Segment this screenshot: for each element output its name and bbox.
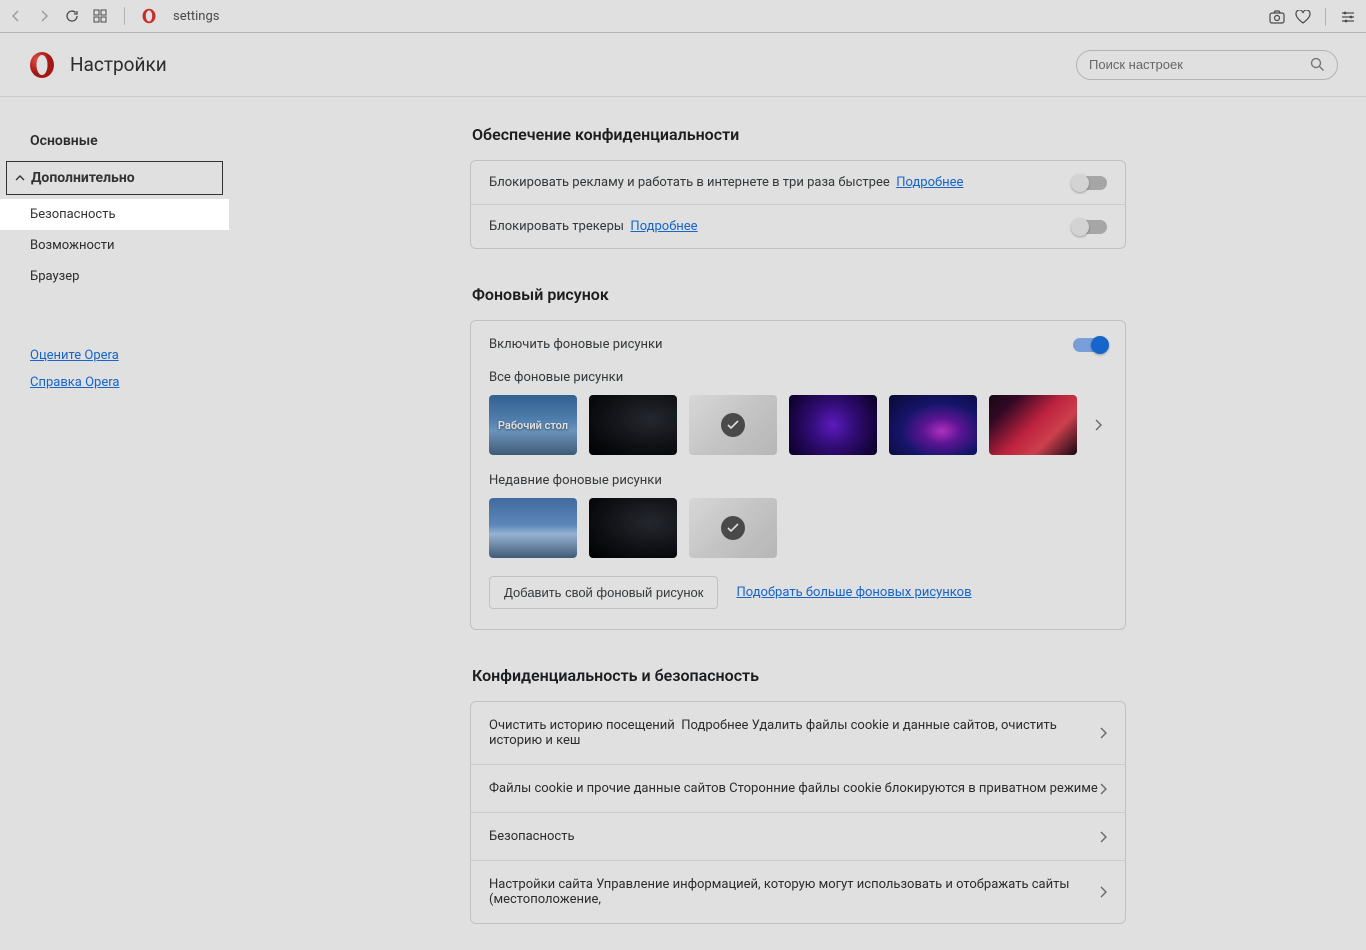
wallpaper-thumb[interactable] (589, 498, 677, 558)
learn-more-link[interactable]: Подробнее (630, 219, 697, 234)
get-more-wallpapers-link[interactable]: Подобрать больше фоновых рисунков (736, 585, 971, 600)
settings-content: Обеспечение конфиденциальности Блокирова… (230, 97, 1366, 950)
block-ads-label: Блокировать рекламу и работать в интерне… (489, 175, 890, 190)
reload-button[interactable] (64, 8, 80, 24)
sidebar-item-browser[interactable]: Браузер (0, 261, 229, 292)
browser-toolbar: settings (0, 0, 1366, 33)
wallpaper-thumb[interactable] (489, 498, 577, 558)
cookies-subtitle: Сторонние файлы cookie блокируются в при… (729, 781, 1098, 796)
wallpaper-card: Включить фоновые рисунки Все фоновые рис… (470, 320, 1126, 630)
check-icon (721, 516, 745, 540)
enable-wallpapers-label: Включить фоновые рисунки (489, 337, 1073, 352)
learn-more-link[interactable]: Подробнее (681, 718, 748, 733)
forward-button[interactable] (36, 8, 52, 24)
sidebar-item-security[interactable]: Безопасность (0, 199, 229, 230)
security-row[interactable]: Безопасность (471, 813, 1125, 861)
wallpaper-thumb[interactable] (989, 395, 1077, 455)
check-icon (721, 413, 745, 437)
sidebar-item-advanced[interactable]: Дополнительно (6, 161, 223, 195)
wallpaper-thumb[interactable] (789, 395, 877, 455)
learn-more-link[interactable]: Подробнее (896, 175, 963, 190)
privacy-security-card: Очистить историю посещений Подробнее Уда… (470, 701, 1126, 924)
chevron-right-icon (1099, 886, 1107, 898)
wallpaper-thumb-selected[interactable] (689, 395, 777, 455)
heart-icon[interactable] (1295, 9, 1311, 25)
section-title-privacy: Обеспечение конфиденциальности (470, 125, 1126, 144)
block-trackers-toggle[interactable] (1073, 220, 1107, 234)
chevron-right-icon (1099, 727, 1107, 739)
wallpaper-thumb[interactable] (889, 395, 977, 455)
chevron-right-icon (1099, 831, 1107, 843)
chevron-up-icon (15, 173, 25, 183)
wallpaper-thumb-desktop[interactable]: Рабочий стол (489, 395, 577, 455)
enable-wallpapers-toggle[interactable] (1073, 338, 1107, 352)
settings-sidebar: Основные Дополнительно Безопасность Возм… (0, 97, 230, 950)
opera-icon (141, 8, 157, 24)
toolbar-separator (124, 7, 125, 25)
privacy-card: Блокировать рекламу и работать в интерне… (470, 160, 1126, 249)
snapshot-icon[interactable] (1269, 9, 1285, 25)
sidebar-item-features[interactable]: Возможности (0, 230, 229, 261)
page-title: Настройки (70, 53, 167, 76)
cookies-title: Файлы cookie и прочие данные сайтов (489, 781, 726, 796)
clear-browsing-title: Очистить историю посещений (489, 718, 675, 733)
toolbar-separator (1325, 8, 1326, 26)
recent-wallpapers-label: Недавние фоновые рисунки (489, 473, 1107, 488)
section-title-privacy-security: Конфиденциальность и безопасность (470, 666, 1126, 685)
opera-logo (28, 51, 56, 79)
back-button[interactable] (8, 8, 24, 24)
search-icon (1310, 57, 1325, 72)
add-own-wallpaper-button[interactable]: Добавить свой фоновый рисунок (489, 576, 718, 609)
sidebar-advanced-label: Дополнительно (31, 170, 135, 186)
block-ads-row: Блокировать рекламу и работать в интерне… (471, 161, 1125, 205)
block-trackers-label: Блокировать трекеры (489, 219, 624, 234)
easy-setup-icon[interactable] (1340, 9, 1356, 25)
settings-header: Настройки (0, 33, 1366, 97)
cookies-row[interactable]: Файлы cookie и прочие данные сайтов Стор… (471, 765, 1125, 813)
site-settings-row[interactable]: Настройки сайта Управление информацией, … (471, 861, 1125, 923)
wallpaper-thumb[interactable] (589, 395, 677, 455)
all-wallpapers-label: Все фоновые рисунки (489, 370, 1107, 385)
search-input[interactable] (1089, 57, 1310, 72)
speed-dial-button[interactable] (92, 8, 108, 24)
wallpaper-thumb-selected[interactable] (689, 498, 777, 558)
sidebar-item-basic[interactable]: Основные (0, 125, 229, 157)
site-settings-title: Настройки сайта (489, 877, 593, 892)
block-trackers-row: Блокировать трекеры Подробнее (471, 205, 1125, 248)
clear-browsing-data-row[interactable]: Очистить историю посещений Подробнее Уда… (471, 702, 1125, 765)
chevron-right-icon (1099, 783, 1107, 795)
rate-opera-link[interactable]: Оцените Opera (30, 348, 229, 363)
section-title-wallpaper: Фоновый рисунок (470, 285, 1126, 304)
next-wallpapers-button[interactable] (1089, 418, 1107, 432)
help-opera-link[interactable]: Справка Opera (30, 375, 229, 390)
settings-search[interactable] (1076, 50, 1338, 80)
security-title: Безопасность (489, 829, 575, 844)
block-ads-toggle[interactable] (1073, 176, 1107, 190)
address-bar-text[interactable]: settings (173, 9, 219, 24)
